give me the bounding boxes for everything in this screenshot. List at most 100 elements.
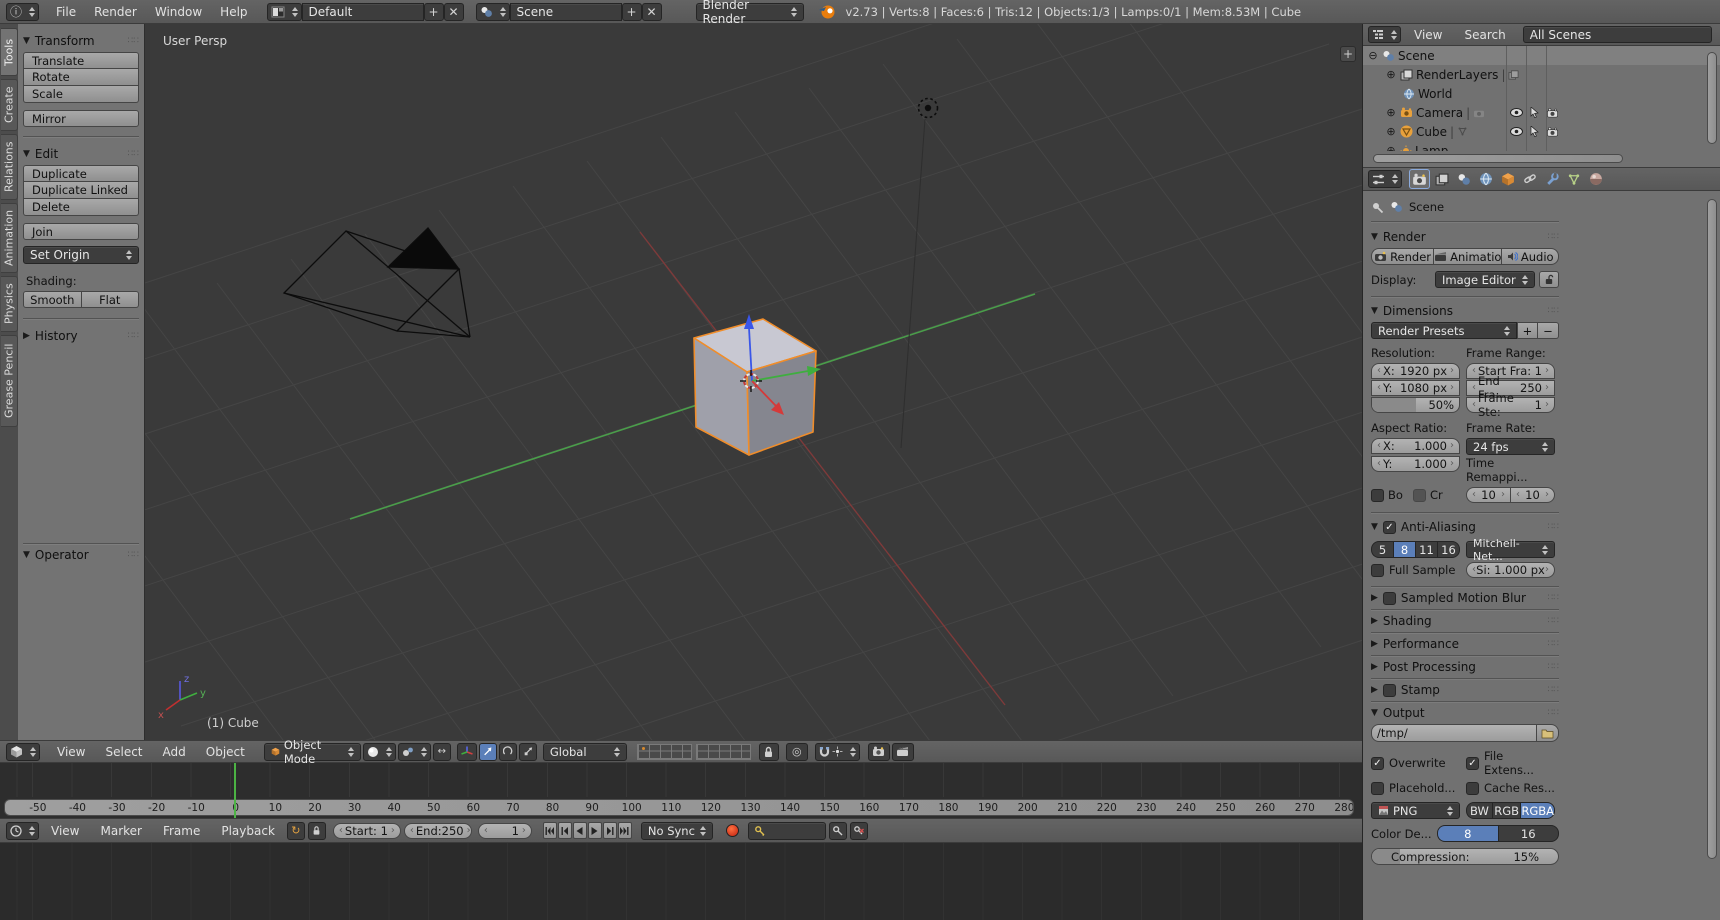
pivot-align-toggle[interactable]: ↔	[433, 743, 451, 761]
mirror-button[interactable]: Mirror	[23, 110, 139, 127]
opengl-render-button[interactable]	[868, 743, 890, 761]
transform-orientation-dropdown[interactable]: Global	[543, 743, 627, 761]
editor-type-outliner-dropdown[interactable]	[1368, 26, 1401, 43]
aa-filter-dropdown[interactable]: Mitchell-Net...	[1466, 541, 1555, 558]
menu-window[interactable]: Window	[146, 5, 211, 19]
performance-panel-header[interactable]: ▶ Performance ∷∷	[1371, 633, 1559, 655]
outliner-row-cube[interactable]: ⊕ Cube |	[1363, 122, 1720, 141]
tab-render-layers[interactable]	[1431, 169, 1452, 189]
resolution-x-field[interactable]: ‹X:1920 px›	[1371, 363, 1460, 379]
expand-icon[interactable]: ⊕	[1385, 125, 1397, 138]
tab-object-data[interactable]	[1563, 169, 1584, 189]
arrow-left-icon[interactable]: ‹	[484, 826, 488, 836]
tab-render[interactable]	[1409, 169, 1430, 189]
panel-grip[interactable]: ∷∷	[1548, 616, 1559, 626]
render-animation-button[interactable]: Animatio	[1433, 248, 1501, 265]
resolution-scale-slider[interactable]: 50%	[1371, 397, 1460, 413]
timeline-ruler[interactable]: -50-40-30-20-100102030405060708090100110…	[0, 797, 1362, 818]
shelf-tab-relations[interactable]: Relations	[1, 134, 18, 200]
editor-type-timeline-dropdown[interactable]	[6, 822, 39, 840]
duplicate-linked-button[interactable]: Duplicate Linked	[23, 182, 139, 199]
scene-icon-dropdown[interactable]	[476, 3, 510, 21]
render-panel-header[interactable]: ▼ Render ∷∷	[1371, 226, 1559, 248]
cursor-select-icon[interactable]	[1530, 107, 1539, 118]
add-preset-button[interactable]: +	[1517, 322, 1538, 339]
panel-grip[interactable]: ∷∷	[128, 36, 139, 46]
aa-samples-8-button[interactable]: 8	[1393, 541, 1415, 558]
panel-grip[interactable]: ∷∷	[1548, 232, 1559, 242]
menu-select[interactable]: Select	[96, 745, 151, 759]
crop-checkbox[interactable]	[1413, 489, 1426, 502]
compression-slider[interactable]: Compression: 15%	[1371, 848, 1559, 865]
panel-grip[interactable]: ∷∷	[1548, 708, 1559, 718]
display-mode-dropdown[interactable]: Image Editor	[1435, 271, 1535, 288]
expand-icon[interactable]: ⊕	[1385, 68, 1397, 81]
expand-icon[interactable]: ⊕	[1385, 144, 1397, 151]
panel-grip[interactable]: ∷∷	[1548, 639, 1559, 649]
insert-keyframe-button[interactable]	[829, 822, 847, 840]
preview-range-toggle[interactable]: ↻	[287, 822, 305, 840]
outliner-display-dropdown[interactable]: All Scenes	[1523, 26, 1712, 43]
delete-keyframe-button[interactable]	[850, 822, 868, 840]
shade-smooth-button[interactable]: Smooth	[23, 291, 82, 308]
shelf-tab-create[interactable]: Create	[1, 79, 18, 131]
arrow-right-icon[interactable]: ›	[522, 826, 526, 836]
output-path-field[interactable]: /tmp/	[1371, 724, 1537, 742]
menu-playback[interactable]: Playback	[212, 824, 284, 838]
placeholders-checkbox[interactable]	[1371, 782, 1384, 795]
depth-8-button[interactable]: 8	[1437, 825, 1498, 842]
panel-grip[interactable]: ∷∷	[1548, 522, 1559, 532]
file-extensions-checkbox[interactable]: ✓	[1466, 757, 1479, 770]
aspect-y-field[interactable]: ‹Y:1.000›	[1371, 456, 1460, 472]
tab-world[interactable]	[1475, 169, 1496, 189]
manipulator-toggle[interactable]	[457, 743, 477, 761]
expand-icon[interactable]: ⊕	[1385, 106, 1397, 119]
panel-grip[interactable]: ∷∷	[1548, 593, 1559, 603]
browse-folder-button[interactable]	[1537, 724, 1559, 742]
stamp-panel-header[interactable]: ▶ Stamp ∷∷	[1371, 679, 1559, 701]
cursor-select-icon[interactable]	[1530, 126, 1539, 137]
channel-bw-button[interactable]: BW	[1466, 802, 1492, 819]
manipulator-translate-button[interactable]	[479, 743, 497, 761]
render-restrict-icon[interactable]	[1546, 127, 1559, 137]
viewport-3d[interactable]: z y x User Persp (1) Cube +	[145, 24, 1362, 740]
menu-frame[interactable]: Frame	[154, 824, 209, 838]
screen-layout-name-field[interactable]: Default	[302, 3, 424, 21]
lock-interface-button[interactable]	[1539, 271, 1559, 288]
sampled-motion-blur-panel-header[interactable]: ▶ Sampled Motion Blur ∷∷	[1371, 587, 1559, 609]
panel-grip[interactable]: ∷∷	[128, 149, 139, 159]
shade-flat-button[interactable]: Flat	[82, 291, 140, 308]
frame-step-field[interactable]: ‹Frame Ste:1›	[1466, 397, 1555, 413]
render-engine-dropdown[interactable]: Blender Render	[696, 3, 804, 21]
collapse-icon[interactable]: ⊖	[1367, 49, 1379, 62]
snap-group[interactable]	[815, 743, 860, 761]
add-layout-button[interactable]: +	[424, 3, 444, 21]
outliner-row-world[interactable]: World	[1363, 84, 1720, 103]
remap-old-field[interactable]: ‹10›	[1466, 487, 1510, 503]
menu-render[interactable]: Render	[85, 5, 146, 19]
full-sample-checkbox[interactable]	[1371, 564, 1384, 577]
play-reverse-button[interactable]	[573, 822, 587, 839]
depth-16-button[interactable]: 16	[1498, 825, 1560, 842]
outliner-row-renderlayers[interactable]: ⊕ RenderLayers |	[1363, 65, 1720, 84]
render-audio-button[interactable]: Audio	[1501, 248, 1559, 265]
remap-new-field[interactable]: ‹10›	[1510, 487, 1555, 503]
prev-keyframe-button[interactable]	[558, 822, 572, 839]
panel-grip[interactable]: ∷∷	[1548, 662, 1559, 672]
tab-constraints[interactable]	[1519, 169, 1540, 189]
menu-view[interactable]: View	[1405, 28, 1451, 42]
aa-size-field[interactable]: ‹Si: 1.000 px›	[1466, 562, 1555, 578]
properties-vscrollbar[interactable]	[1707, 199, 1717, 859]
operator-panel-header[interactable]: ▼ Operator ∷∷	[23, 544, 139, 566]
render-restrict-icon[interactable]	[1546, 108, 1559, 118]
editor-type-3dview-dropdown[interactable]	[6, 743, 40, 761]
viewport-shading-dropdown[interactable]	[363, 743, 396, 761]
lock-to-scene-toggle[interactable]	[759, 743, 779, 761]
jump-end-button[interactable]	[618, 822, 632, 839]
tab-modifiers[interactable]	[1541, 169, 1562, 189]
layers-widget[interactable]	[637, 744, 751, 760]
scrollbar-thumb[interactable]	[1373, 154, 1623, 163]
menu-object[interactable]: Object	[197, 745, 254, 759]
file-format-dropdown[interactable]: PNG	[1371, 802, 1460, 819]
arrow-left-icon[interactable]: ‹	[339, 826, 343, 836]
